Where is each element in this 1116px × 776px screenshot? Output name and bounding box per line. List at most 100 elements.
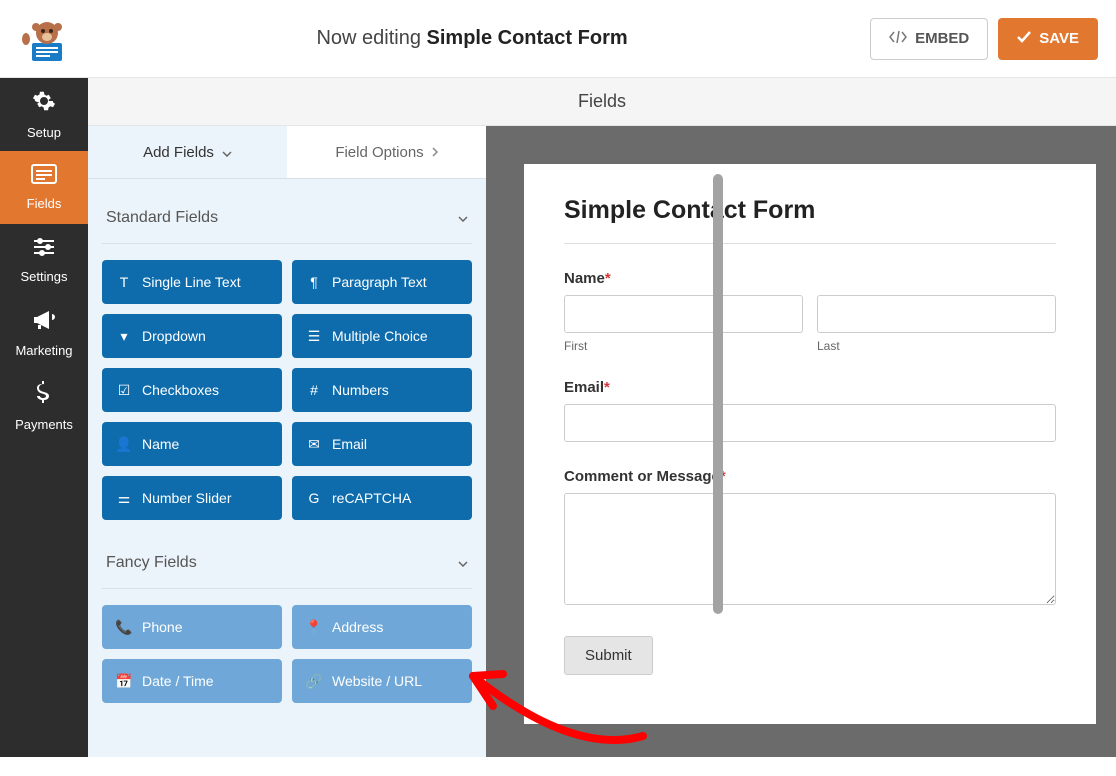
sidebar-label: Marketing [15, 343, 72, 358]
chevron-down-icon [458, 209, 468, 227]
text-icon: T [116, 274, 132, 290]
sidebar-label: Settings [21, 269, 68, 284]
section-title: Standard Fields [106, 209, 218, 227]
field-label: Email [332, 436, 367, 452]
form-icon [31, 164, 57, 190]
main-sidebar: Setup Fields Settings Marketing Payments [0, 78, 88, 757]
field-label: Dropdown [142, 328, 206, 344]
list-icon: ☰ [306, 328, 322, 345]
caret-square-icon: ▾ [116, 328, 132, 345]
sidebar-label: Payments [15, 417, 73, 432]
sidebar-item-payments[interactable]: Payments [0, 370, 88, 443]
field-website-url[interactable]: 🔗 Website / URL [292, 659, 472, 703]
submit-button[interactable]: Submit [564, 636, 653, 675]
panel-scrollbar[interactable] [713, 174, 723, 614]
name-field-group[interactable]: Name* First Last [564, 270, 1056, 353]
preview-form-title: Simple Contact Form [564, 196, 1056, 244]
field-date-time[interactable]: 📅 Date / Time [102, 659, 282, 703]
sidebar-item-marketing[interactable]: Marketing [0, 297, 88, 370]
field-label: Name [142, 436, 179, 452]
tab-field-options[interactable]: Field Options [287, 126, 486, 178]
paragraph-icon: ¶ [306, 274, 322, 290]
embed-button[interactable]: EMBED [870, 18, 988, 60]
comment-field-group[interactable]: Comment or Message* [564, 468, 1056, 610]
phone-icon: 📞 [116, 619, 132, 636]
field-label: Checkboxes [142, 382, 219, 398]
embed-label: EMBED [915, 30, 969, 47]
email-field-group[interactable]: Email* [564, 379, 1056, 442]
field-checkboxes[interactable]: ☑ Checkboxes [102, 368, 282, 412]
link-icon: 🔗 [306, 673, 322, 690]
email-label: Email* [564, 379, 1056, 396]
field-single-line-text[interactable]: T Single Line Text [102, 260, 282, 304]
sidebar-item-settings[interactable]: Settings [0, 224, 88, 297]
email-input[interactable] [564, 404, 1056, 442]
field-phone[interactable]: 📞 Phone [102, 605, 282, 649]
check-icon [1017, 30, 1031, 47]
code-icon [889, 30, 907, 48]
gear-icon [32, 89, 56, 119]
editing-title: Now editing Simple Contact Form [74, 27, 870, 50]
sidebar-item-setup[interactable]: Setup [0, 78, 88, 151]
google-icon: G [306, 490, 322, 506]
header-bar: Now editing Simple Contact Form EMBED SA… [0, 0, 1116, 78]
first-name-input[interactable] [564, 295, 803, 333]
pin-icon: 📍 [306, 619, 322, 636]
required-asterisk: * [604, 379, 610, 396]
save-button[interactable]: SAVE [998, 18, 1098, 60]
name-label: Name* [564, 270, 1056, 287]
first-sublabel: First [564, 339, 803, 353]
calendar-icon: 📅 [116, 673, 132, 690]
section-title: Fancy Fields [106, 554, 197, 572]
last-name-input[interactable] [817, 295, 1056, 333]
sliders-icon: ⚌ [116, 490, 132, 507]
sidebar-item-fields[interactable]: Fields [0, 151, 88, 224]
form-preview: Simple Contact Form Name* First Last [486, 126, 1116, 757]
header-actions: EMBED SAVE [870, 18, 1098, 60]
section-fancy-fields[interactable]: Fancy Fields [102, 542, 472, 589]
submit-label: Submit [585, 647, 632, 664]
sliders-icon [32, 237, 56, 263]
tab-label: Field Options [335, 144, 423, 161]
hash-icon: # [306, 382, 322, 398]
field-recaptcha[interactable]: GreCAPTCHA [292, 476, 472, 520]
field-numbers[interactable]: #Numbers [292, 368, 472, 412]
check-square-icon: ☑ [116, 382, 132, 399]
dollar-icon [36, 381, 52, 411]
section-standard-fields[interactable]: Standard Fields [102, 197, 472, 244]
field-label: Paragraph Text [332, 274, 427, 290]
comment-label: Comment or Message* [564, 468, 1056, 485]
envelope-icon: ✉ [306, 436, 322, 453]
now-editing-text: Now editing [316, 27, 421, 49]
field-label: Date / Time [142, 673, 214, 689]
comment-textarea[interactable] [564, 493, 1056, 605]
bullhorn-icon [32, 309, 56, 337]
last-sublabel: Last [817, 339, 1056, 353]
required-asterisk: * [605, 270, 611, 287]
field-name[interactable]: 👤 Name [102, 422, 282, 466]
sidebar-label: Fields [27, 196, 62, 211]
field-email[interactable]: ✉ Email [292, 422, 472, 466]
field-label: Single Line Text [142, 274, 241, 290]
field-label: reCAPTCHA [332, 490, 411, 506]
chevron-right-icon [432, 144, 438, 161]
field-multiple-choice[interactable]: ☰ Multiple Choice [292, 314, 472, 358]
field-label: Multiple Choice [332, 328, 428, 344]
tab-label: Add Fields [143, 144, 214, 161]
field-number-slider[interactable]: ⚌ Number Slider [102, 476, 282, 520]
field-label: Number Slider [142, 490, 231, 506]
field-label: Address [332, 619, 383, 635]
field-dropdown[interactable]: ▾ Dropdown [102, 314, 282, 358]
app-logo [18, 11, 74, 67]
field-paragraph-text[interactable]: ¶ Paragraph Text [292, 260, 472, 304]
user-icon: 👤 [116, 436, 132, 453]
chevron-down-icon [458, 554, 468, 572]
fields-panel: Add Fields Field Options Standard Fields [88, 126, 486, 757]
field-label: Phone [142, 619, 182, 635]
field-label: Website / URL [332, 673, 422, 689]
tab-add-fields[interactable]: Add Fields [88, 126, 287, 178]
chevron-down-icon [222, 144, 232, 161]
subheader: Fields [88, 78, 1116, 126]
field-address[interactable]: 📍 Address [292, 605, 472, 649]
form-name: Simple Contact Form [427, 27, 628, 49]
